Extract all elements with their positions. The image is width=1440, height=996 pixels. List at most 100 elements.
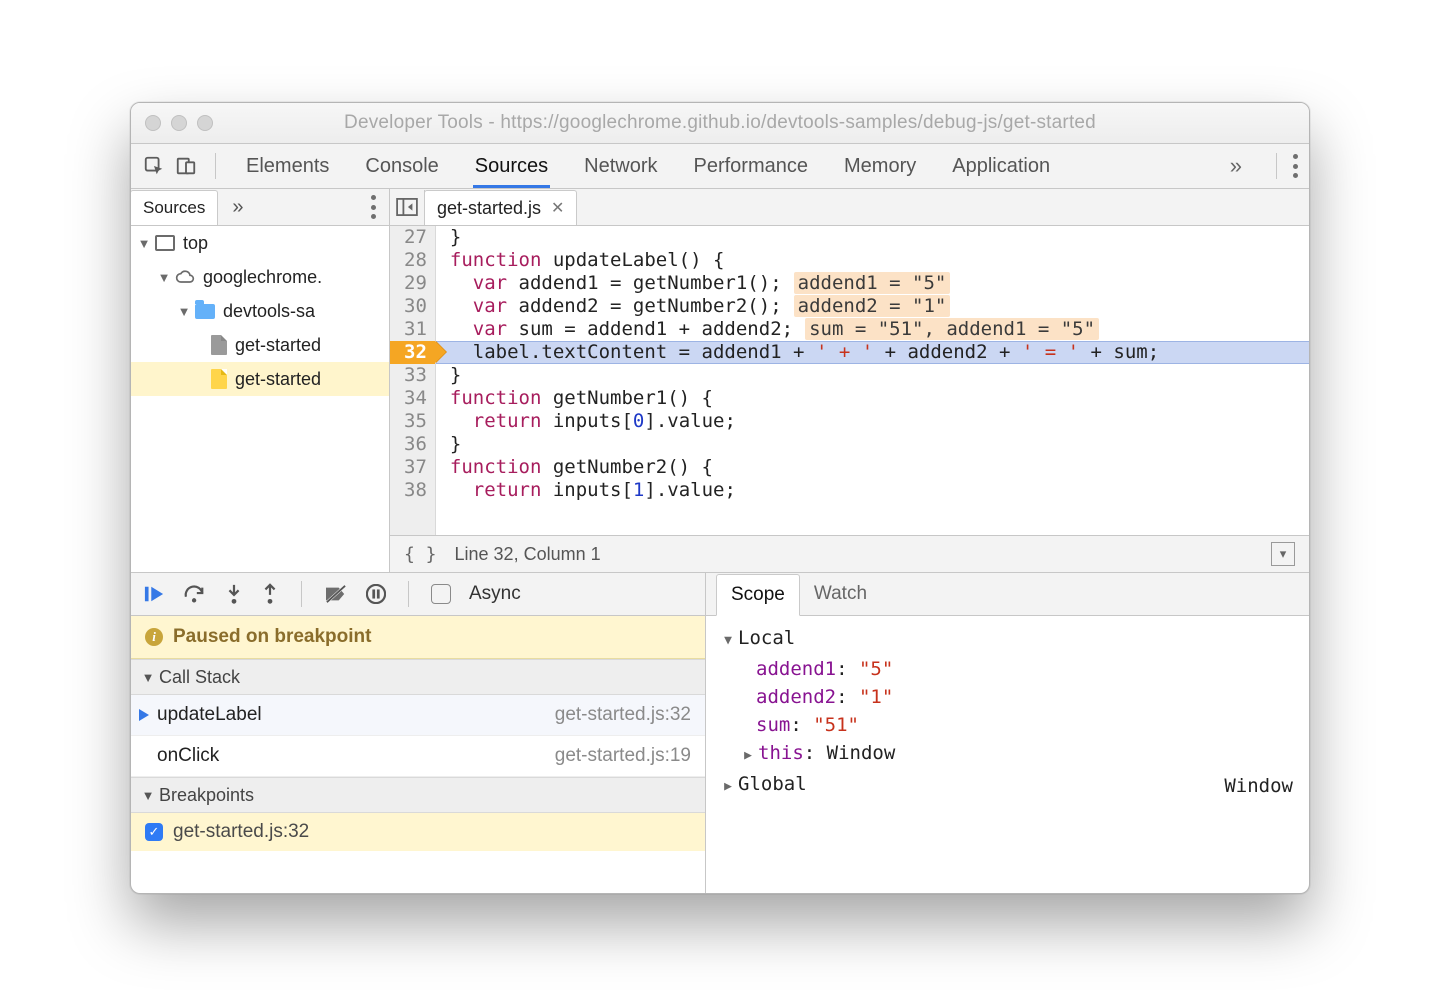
code-line: } [436, 433, 1309, 456]
stack-frame-loc: get-started.js:19 [555, 745, 691, 767]
file-tab[interactable]: get-started.js ✕ [424, 190, 577, 225]
step-into-icon[interactable] [225, 583, 243, 605]
stack-frame[interactable]: onClick get-started.js:19 [131, 736, 705, 777]
tab-network[interactable]: Network [584, 145, 657, 187]
tab-scope[interactable]: Scope [716, 574, 800, 616]
tree-domain[interactable]: ▼ googlechrome. [131, 260, 389, 294]
line-number[interactable]: 27 [390, 226, 435, 249]
scope-var[interactable]: ▶this: Window [722, 739, 1293, 770]
stack-frame[interactable]: updateLabel get-started.js:32 [131, 695, 705, 736]
navigator-tab-sources[interactable]: Sources [130, 190, 218, 225]
line-number[interactable]: 35 [390, 410, 435, 433]
separator [1276, 153, 1277, 179]
paused-banner: i Paused on breakpoint [131, 616, 705, 659]
close-tab-icon[interactable]: ✕ [551, 198, 564, 218]
sources-navigator: Sources » ▼ top ▼ [131, 189, 390, 572]
breakpoints-header[interactable]: ▼ Breakpoints [131, 777, 705, 813]
execution-line: label.textContent = addend1 + ' + ' + ad… [436, 341, 1309, 364]
tab-memory[interactable]: Memory [844, 145, 916, 187]
scope-global-value: Window [1224, 772, 1293, 800]
disclosure-triangle-icon[interactable]: ▼ [157, 270, 171, 285]
inspect-element-icon[interactable] [141, 153, 167, 179]
tab-console[interactable]: Console [365, 145, 438, 187]
line-number[interactable]: 38 [390, 479, 435, 502]
tree-label: get-started [235, 335, 321, 356]
async-checkbox[interactable] [431, 584, 451, 604]
line-number[interactable]: 28 [390, 249, 435, 272]
tab-elements[interactable]: Elements [246, 145, 329, 187]
resume-icon[interactable] [143, 584, 165, 604]
debugger-pane: Async i Paused on breakpoint ▼ Call Stac… [131, 573, 706, 893]
code-area[interactable]: 27 28 29 30 31 32 33 34 35 36 37 38 [390, 226, 1309, 535]
stack-frame-fn: onClick [157, 745, 219, 767]
navigator-menu-icon[interactable] [371, 195, 377, 219]
device-toolbar-icon[interactable] [173, 153, 199, 179]
line-number[interactable]: 30 [390, 295, 435, 318]
minimize-window-icon[interactable] [171, 115, 187, 131]
separator [408, 581, 409, 607]
line-number[interactable]: 29 [390, 272, 435, 295]
file-tab-label: get-started.js [437, 198, 541, 219]
tree-label: googlechrome. [203, 267, 322, 288]
scope-var[interactable]: addend1: "5" [722, 655, 1293, 683]
scope-var[interactable]: sum: "51" [722, 711, 1293, 739]
file-icon [211, 335, 227, 355]
code-line: function getNumber1() { [436, 387, 1309, 410]
zoom-window-icon[interactable] [197, 115, 213, 131]
pause-on-exceptions-icon[interactable] [366, 584, 386, 604]
disclosure-triangle-icon[interactable]: ▶ [742, 742, 754, 770]
line-number[interactable]: 31 [390, 318, 435, 341]
code-editor: get-started.js ✕ 27 28 29 30 31 32 33 34 [390, 189, 1309, 572]
navigator-tabs: Sources » [131, 189, 389, 226]
tree-folder[interactable]: ▼ devtools-sa [131, 294, 389, 328]
tabs-overflow-icon[interactable]: » [1230, 153, 1242, 179]
editor-tabs: get-started.js ✕ [390, 189, 1309, 226]
tree-file-html[interactable]: get-started [131, 328, 389, 362]
stack-frame-fn: updateLabel [157, 704, 262, 726]
settings-menu-icon[interactable] [1293, 154, 1299, 178]
line-number[interactable]: 36 [390, 433, 435, 456]
line-number[interactable]: 33 [390, 364, 435, 387]
coverage-toggle-icon[interactable]: ▾ [1271, 542, 1295, 566]
breakpoint-checkbox[interactable]: ✓ [145, 823, 163, 841]
step-out-icon[interactable] [261, 583, 279, 605]
line-number[interactable]: 37 [390, 456, 435, 479]
tab-sources[interactable]: Sources [475, 145, 548, 187]
scope-tabs: Scope Watch [706, 573, 1309, 616]
toggle-navigator-icon[interactable] [390, 190, 425, 224]
code-line: var sum = addend1 + addend2;sum = "51", … [436, 318, 1309, 341]
disclosure-triangle-icon[interactable]: ▼ [177, 304, 191, 319]
line-gutter[interactable]: 27 28 29 30 31 32 33 34 35 36 37 38 [390, 226, 436, 535]
disclosure-triangle-icon[interactable]: ▼ [137, 236, 151, 251]
disclosure-triangle-icon[interactable]: ▼ [722, 627, 734, 655]
disclosure-triangle-icon[interactable]: ▶ [722, 773, 734, 801]
titlebar: Developer Tools - https://googlechrome.g… [131, 103, 1309, 144]
code-line: function updateLabel() { [436, 249, 1309, 272]
tab-watch[interactable]: Watch [800, 574, 881, 614]
main-toolbar: Elements Console Sources Network Perform… [131, 144, 1309, 189]
line-number[interactable]: 34 [390, 387, 435, 410]
scope-local-header[interactable]: ▼Local [722, 624, 1293, 655]
window-controls [145, 115, 213, 131]
execution-line-number[interactable]: 32 [390, 341, 435, 364]
deactivate-breakpoints-icon[interactable] [324, 584, 348, 604]
navigator-overflow-icon[interactable]: » [232, 196, 243, 219]
scope-var[interactable]: addend2: "1" [722, 683, 1293, 711]
breakpoint-row[interactable]: ✓ get-started.js:32 [131, 813, 705, 851]
scope-global-header[interactable]: ▶Global Window [722, 770, 1293, 801]
tree-file-js[interactable]: get-started [131, 362, 389, 396]
disclosure-triangle-icon[interactable]: ▼ [141, 788, 155, 803]
disclosure-triangle-icon[interactable]: ▼ [141, 670, 155, 685]
close-window-icon[interactable] [145, 115, 161, 131]
callstack-header[interactable]: ▼ Call Stack [131, 659, 705, 695]
inline-value: addend2 = "1" [794, 295, 951, 317]
tree-top[interactable]: ▼ top [131, 226, 389, 260]
tab-performance[interactable]: Performance [694, 145, 809, 187]
inline-value: sum = "51", addend1 = "5" [805, 318, 1099, 340]
step-over-icon[interactable] [183, 584, 207, 604]
code-lines[interactable]: } function updateLabel() { var addend1 =… [436, 226, 1309, 535]
cursor-position: Line 32, Column 1 [455, 544, 601, 565]
pretty-print-icon[interactable]: { } [404, 544, 437, 565]
tab-application[interactable]: Application [952, 145, 1050, 187]
separator [215, 153, 216, 179]
